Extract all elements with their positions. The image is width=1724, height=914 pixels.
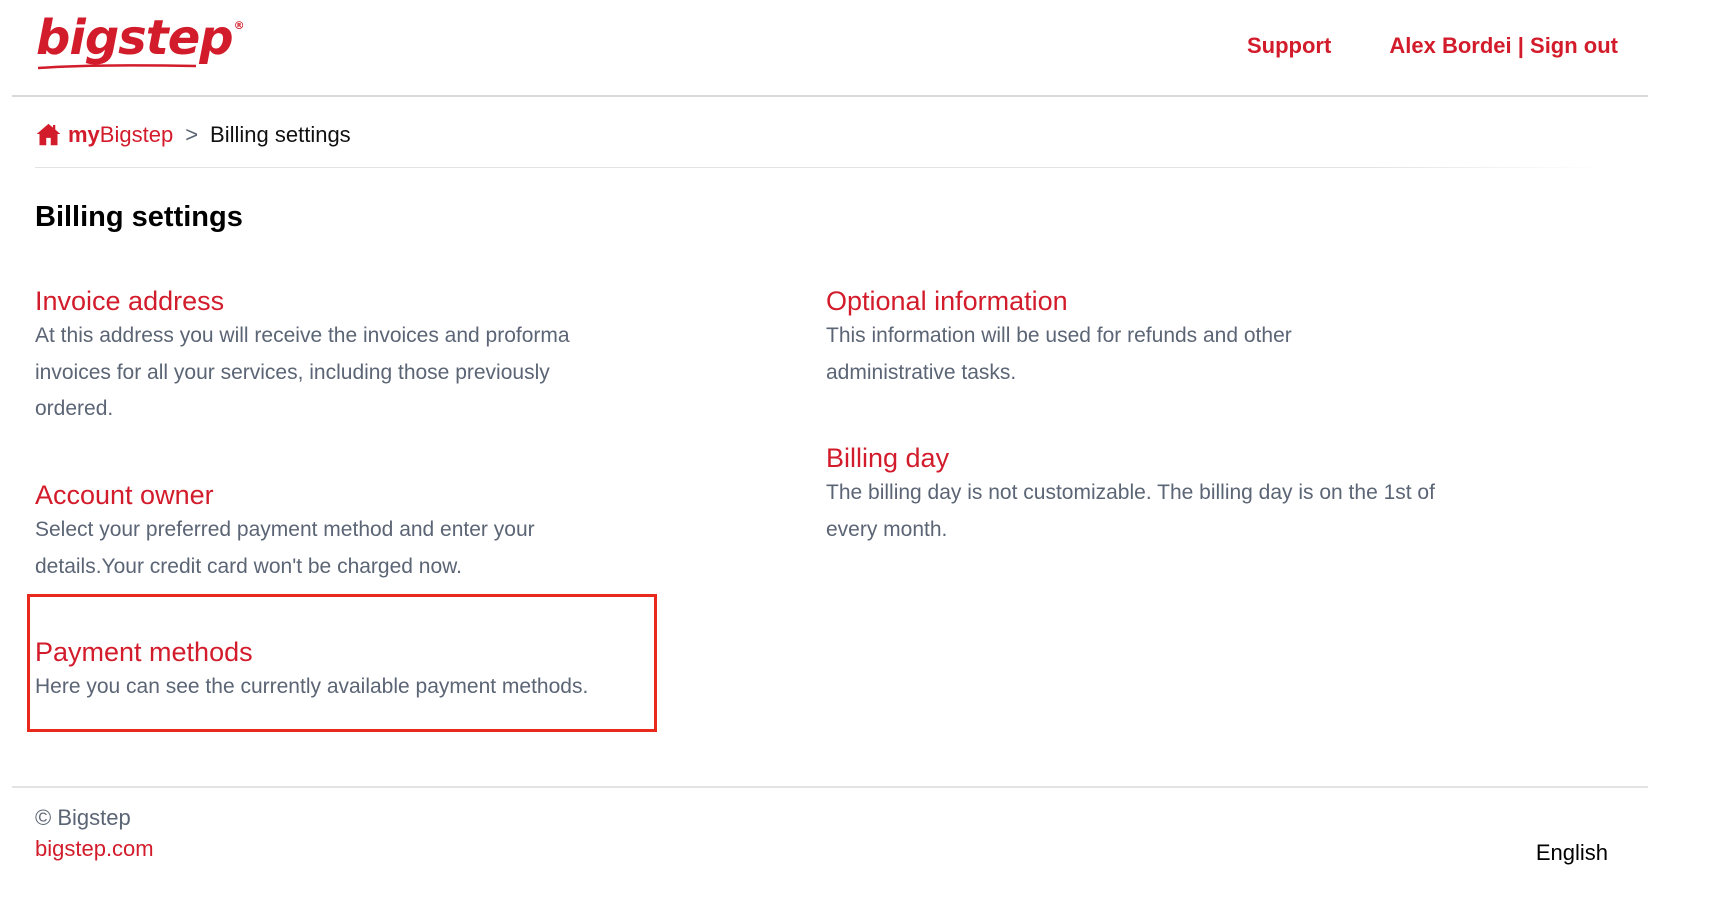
breadcrumb: myBigstep > Billing settings (35, 122, 1605, 167)
page-title: Billing settings (35, 201, 243, 233)
page: bigstep® Support Alex Bordei | Sign out … (0, 0, 1724, 914)
breadcrumb-divider (35, 167, 1605, 168)
footer-divider (12, 786, 1648, 788)
invoice-address-link[interactable]: Invoice address (35, 284, 625, 318)
breadcrumb-home-prefix: my (68, 122, 100, 147)
breadcrumb-separator: > (185, 122, 199, 147)
language-selector[interactable]: English (1536, 840, 1608, 866)
bigstep-site-link[interactable]: bigstep.com (35, 836, 154, 862)
invoice-address-description: At this address you will receive the inv… (35, 324, 570, 420)
account-owner-link[interactable]: Account owner (35, 478, 625, 512)
logo-registered-mark: ® (233, 19, 245, 32)
breadcrumb-home-brand: Bigstep (99, 122, 174, 147)
payment-methods-description: Here you can see the currently available… (35, 675, 589, 698)
logo-text: bigstep (36, 10, 234, 66)
optional-information-description: This information will be used for refund… (826, 324, 1292, 384)
billing-day-section: Billing day The billing day is not custo… (826, 441, 1436, 548)
payment-methods-link[interactable]: Payment methods (35, 635, 645, 669)
billing-day-description: The billing day is not customizable. The… (826, 481, 1435, 541)
user-separator: | (1511, 33, 1531, 58)
sign-out-link[interactable]: Sign out (1530, 33, 1618, 58)
support-link[interactable]: Support (1247, 33, 1331, 59)
billing-day-link[interactable]: Billing day (826, 441, 1436, 475)
home-icon[interactable] (35, 121, 62, 148)
payment-methods-section: Payment methods Here you can see the cur… (35, 635, 645, 706)
breadcrumb-current: Billing settings (210, 122, 351, 147)
logo-swoosh-icon (37, 64, 197, 70)
optional-information-link[interactable]: Optional information (826, 284, 1426, 318)
bigstep-logo[interactable]: bigstep® (36, 14, 245, 62)
breadcrumb-home-link[interactable]: myBigstep (68, 122, 173, 148)
account-owner-description: Select your preferred payment method and… (35, 518, 535, 578)
copyright-text: © Bigstep (35, 805, 131, 830)
invoice-address-section: Invoice address At this address you will… (35, 284, 625, 428)
optional-information-section: Optional information This information wi… (826, 284, 1426, 391)
user-menu: Alex Bordei | Sign out (1389, 33, 1618, 59)
account-owner-section: Account owner Select your preferred paym… (35, 478, 625, 585)
header: bigstep® Support Alex Bordei | Sign out (12, 0, 1648, 97)
user-name-link[interactable]: Alex Bordei (1389, 33, 1511, 58)
